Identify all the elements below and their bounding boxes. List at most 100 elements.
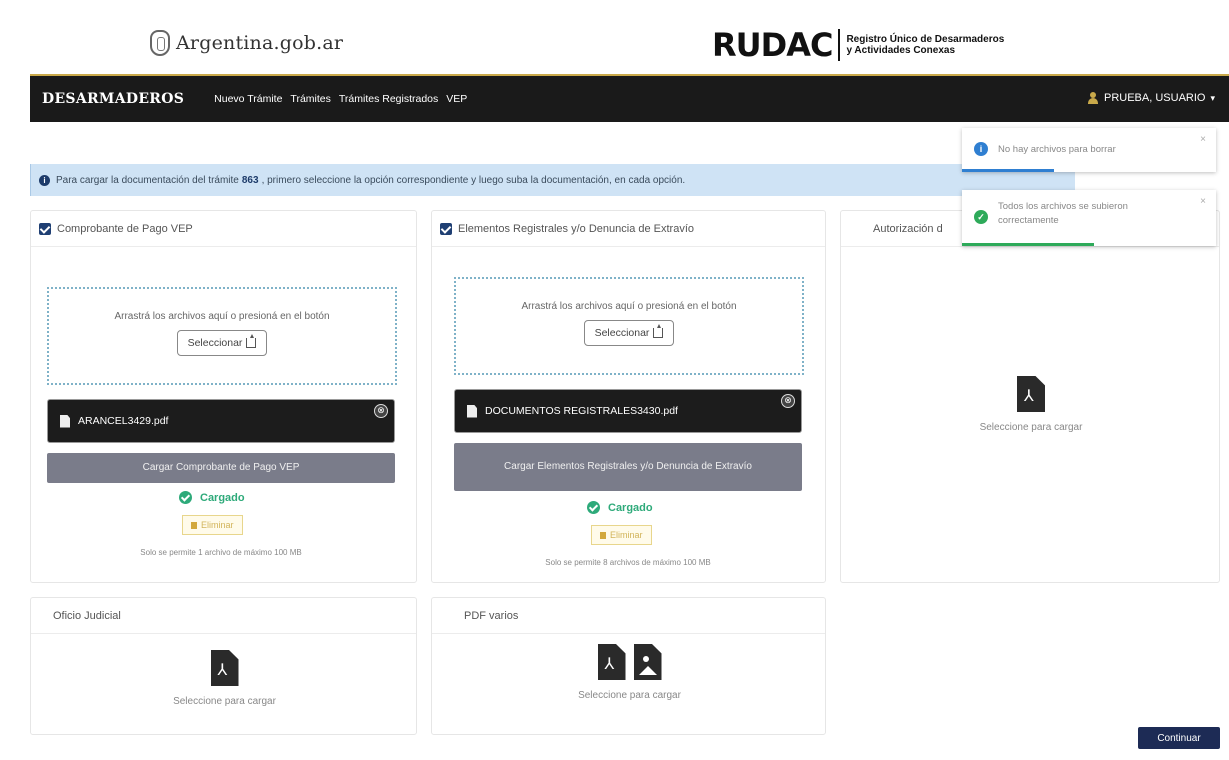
toast-success-progress bbox=[962, 243, 1094, 246]
upload-button-label-registrales: Cargar Elementos Registrales y/o Denunci… bbox=[504, 461, 752, 472]
remove-file-icon[interactable]: ⊗ bbox=[374, 404, 388, 418]
argentina-gob-logo[interactable]: Argentina.gob.ar bbox=[150, 30, 343, 56]
card-title-pdf-varios: PDF varios bbox=[464, 609, 519, 622]
card-header-pdf-varios[interactable]: PDF varios bbox=[432, 598, 825, 634]
card-elementos-registrales: Elementos Registrales y/o Denuncia de Ex… bbox=[431, 210, 826, 583]
select-file-button-registrales[interactable]: Seleccionar bbox=[583, 320, 675, 346]
select-to-upload-text: Seleccione para cargar bbox=[578, 690, 681, 701]
card-title-registrales: Elementos Registrales y/o Denuncia de Ex… bbox=[458, 222, 695, 235]
rudac-logo: RUDAC Registro Único de Desarmaderos y A… bbox=[712, 26, 1004, 64]
nav-link-vep[interactable]: VEP bbox=[446, 93, 467, 105]
file-type-icons bbox=[597, 644, 662, 680]
dropzone-registrales[interactable]: Arrastrá los archivos aquí o presioná en… bbox=[454, 277, 804, 375]
pdf-file-icon bbox=[210, 650, 239, 686]
rudac-logo-text: RUDAC bbox=[712, 26, 833, 64]
select-to-upload-text: Seleccione para cargar bbox=[173, 696, 276, 707]
pdf-varios-empty-state: Seleccione para cargar bbox=[432, 644, 827, 701]
card-header-oficio[interactable]: Oficio Judicial bbox=[31, 598, 416, 634]
card-title-vep: Comprobante de Pago VEP bbox=[57, 222, 193, 235]
user-icon bbox=[1087, 92, 1099, 104]
nav-link-tramites[interactable]: Trámites bbox=[290, 93, 330, 105]
checkbox-registrales[interactable] bbox=[440, 222, 452, 235]
card-header-vep[interactable]: Comprobante de Pago VEP bbox=[31, 211, 416, 247]
select-to-upload-text: Seleccione para cargar bbox=[979, 422, 1083, 433]
file-name-registrales: DOCUMENTOS REGISTRALES3430.pdf bbox=[485, 405, 678, 417]
navbar-links: Nuevo Trámite Trámites Trámites Registra… bbox=[214, 93, 467, 105]
delete-button-vep[interactable]: Eliminar bbox=[182, 515, 243, 535]
delete-button-label-registrales: Eliminar bbox=[610, 530, 643, 540]
file-chip-vep: ARANCEL3429.pdf ⊗ bbox=[47, 399, 395, 443]
rudac-logo-subtitle: Registro Único de Desarmaderos y Activid… bbox=[846, 34, 1004, 56]
close-icon[interactable]: × bbox=[1200, 134, 1206, 145]
card-title-autorizacion: Autorización d bbox=[873, 222, 943, 235]
info-circle-icon: i bbox=[974, 142, 988, 156]
card-header-registrales[interactable]: Elementos Registrales y/o Denuncia de Ex… bbox=[432, 211, 825, 247]
upload-icon bbox=[246, 334, 257, 348]
status-badge-registrales: Cargado bbox=[587, 501, 653, 514]
card-autorizacion[interactable]: Autorización d Seleccione para cargar bbox=[840, 210, 1220, 583]
status-text-vep: Cargado bbox=[200, 491, 245, 504]
tramite-number: 863 bbox=[241, 174, 259, 186]
checkbox-vep[interactable] bbox=[39, 222, 51, 235]
upload-button-registrales[interactable]: Cargar Elementos Registrales y/o Denunci… bbox=[454, 443, 802, 491]
card-title-oficio: Oficio Judicial bbox=[53, 609, 121, 622]
check-circle-icon bbox=[587, 501, 600, 514]
info-icon: i bbox=[39, 174, 50, 186]
rudac-subtitle-line2: y Actividades Conexas bbox=[846, 45, 956, 56]
info-alert: i Para cargar la documentación del trámi… bbox=[30, 164, 1075, 196]
card-oficio-judicial[interactable]: Oficio Judicial Seleccione para cargar bbox=[30, 597, 417, 735]
toast-success: ✓ Todos los archivos se subieron correct… bbox=[962, 190, 1216, 246]
dropzone-text-vep: Arrastrá los archivos aquí o presioná en… bbox=[114, 311, 330, 322]
trash-icon bbox=[600, 531, 606, 539]
file-chip-registrales: DOCUMENTOS REGISTRALES3430.pdf ⊗ bbox=[454, 389, 802, 433]
status-badge-vep: Cargado bbox=[179, 491, 245, 504]
coat-of-arms-icon bbox=[150, 30, 170, 56]
argentina-gob-text: Argentina.gob.ar bbox=[176, 32, 344, 54]
file-icon bbox=[467, 404, 477, 418]
info-alert-text-after: , primero seleccione la opción correspon… bbox=[261, 174, 686, 186]
check-circle-icon: ✓ bbox=[974, 210, 988, 224]
rudac-logo-separator bbox=[838, 29, 841, 61]
continue-button[interactable]: Continuar bbox=[1138, 727, 1220, 749]
trash-icon bbox=[191, 521, 197, 529]
file-limit-note-vep: Solo se permite 1 archivo de máximo 100 … bbox=[140, 548, 302, 557]
file-icon bbox=[60, 414, 70, 428]
toast-success-text: Todos los archivos se subieron correctam… bbox=[998, 201, 1128, 226]
chevron-down-icon: ▾ bbox=[1210, 92, 1215, 103]
delete-button-label-vep: Eliminar bbox=[201, 520, 234, 530]
check-circle-icon bbox=[179, 491, 192, 504]
nav-link-tramites-registrados[interactable]: Trámites Registrados bbox=[339, 93, 438, 105]
card-comprobante-vep: Comprobante de Pago VEP Arrastrá los arc… bbox=[30, 210, 417, 583]
status-text-registrales: Cargado bbox=[608, 501, 653, 514]
user-name: PRUEBA, USUARIO bbox=[1104, 92, 1206, 104]
image-file-icon bbox=[633, 644, 662, 680]
upload-button-label-vep: Cargar Comprobante de Pago VEP bbox=[142, 462, 300, 473]
close-icon[interactable]: × bbox=[1200, 196, 1206, 207]
nav-link-nuevo-tramite[interactable]: Nuevo Trámite bbox=[214, 93, 282, 105]
select-button-label-registrales: Seleccionar bbox=[594, 327, 650, 339]
oficio-empty-state: Seleccione para cargar bbox=[31, 650, 418, 707]
navbar-brand[interactable]: DESARMADEROS bbox=[42, 91, 184, 107]
card-pdf-varios[interactable]: PDF varios Seleccione para cargar bbox=[431, 597, 826, 735]
info-alert-text-before: Para cargar la documentación del trámite bbox=[56, 174, 239, 186]
main-navbar: DESARMADEROS Nuevo Trámite Trámites Trám… bbox=[30, 74, 1229, 122]
autorizacion-empty-state: Seleccione para cargar bbox=[841, 376, 1221, 433]
file-limit-note-registrales: Solo se permite 8 archivos de máximo 100… bbox=[545, 558, 711, 567]
remove-file-icon[interactable]: ⊗ bbox=[781, 394, 795, 408]
pdf-file-icon bbox=[597, 644, 626, 680]
delete-button-registrales[interactable]: Eliminar bbox=[591, 525, 652, 545]
toast-info-text: No hay archivos para borrar bbox=[998, 144, 1116, 155]
pdf-file-icon bbox=[1017, 376, 1045, 412]
select-file-button-vep[interactable]: Seleccionar bbox=[176, 330, 268, 356]
toast-info: i No hay archivos para borrar × bbox=[962, 128, 1216, 172]
dropzone-text-registrales: Arrastrá los archivos aquí o presioná en… bbox=[521, 301, 737, 312]
file-name-vep: ARANCEL3429.pdf bbox=[78, 415, 169, 427]
dropzone-vep[interactable]: Arrastrá los archivos aquí o presioná en… bbox=[47, 287, 397, 385]
upload-button-vep[interactable]: Cargar Comprobante de Pago VEP bbox=[47, 453, 395, 483]
user-menu[interactable]: PRUEBA, USUARIO ▾ bbox=[1087, 92, 1215, 104]
toast-info-progress bbox=[962, 169, 1054, 172]
rudac-subtitle-line1: Registro Único de Desarmaderos bbox=[846, 34, 1005, 45]
select-button-label-vep: Seleccionar bbox=[187, 337, 243, 349]
brand-header: Argentina.gob.ar RUDAC Registro Único de… bbox=[0, 0, 1229, 72]
upload-icon bbox=[653, 324, 664, 338]
